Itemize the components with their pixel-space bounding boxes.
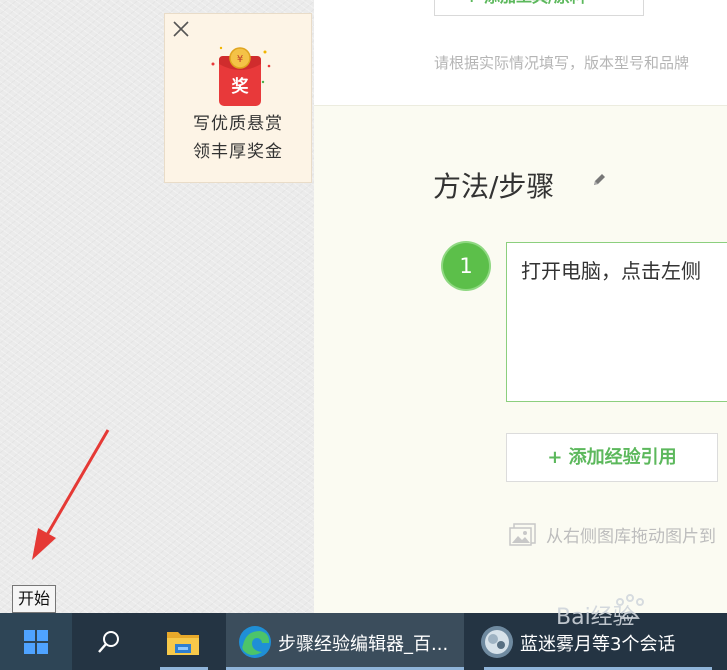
section-title: 方法/步骤 [433,170,555,203]
reward-line-2: 领丰厚奖金 [193,142,283,162]
tools-section: + 添加工具/原料 请根据实际情况填写，版本型号和品牌 [314,0,727,106]
reward-line-1: 写优质悬赏 [193,114,283,134]
start-tooltip: 开始 [12,585,57,613]
reward-badge-text: 奖 [232,76,250,97]
edge-icon [239,626,271,658]
step-number-badge: 1 [443,243,489,289]
hint-text: 请根据实际情况填写，版本型号和品牌 [434,54,690,72]
add-tool-button[interactable]: + 添加工具/原料 [434,0,644,16]
search-icon [98,631,119,653]
baidu-watermark: Bai经验 [556,594,644,628]
image-drop-hint: 从右侧图库拖动图片到 [546,527,716,547]
editor-panel: + 添加工具/原料 请根据实际情况填写，版本型号和品牌 方法/步骤 1 打开电脑… [314,0,727,613]
red-envelope-icon: ¥ 奖 [211,46,271,106]
chat-window-label: 蓝迷雾月等3个会话 [520,634,676,655]
start-button[interactable] [0,613,72,670]
taskbar-edge-window[interactable]: 步骤经验编辑器_百... [226,613,464,670]
pencil-icon[interactable] [591,172,607,188]
watermark-text: Bai经验 [556,605,635,628]
edge-window-label: 步骤经验编辑器_百... [278,634,449,655]
windows-start-icon [24,630,48,654]
close-icon[interactable] [171,19,191,39]
svg-text:¥: ¥ [237,54,243,65]
add-reference-button[interactable]: + 添加经验引用 [506,433,718,482]
file-explorer-button[interactable] [144,613,224,670]
reward-card[interactable]: ¥ 奖 写优质悬赏 领丰厚奖金 [164,13,312,183]
chat-avatar-icon [481,626,513,658]
step-text-editor[interactable]: 打开电脑，点击左侧 [506,242,727,402]
search-button[interactable] [72,613,144,670]
file-explorer-icon [167,632,199,655]
